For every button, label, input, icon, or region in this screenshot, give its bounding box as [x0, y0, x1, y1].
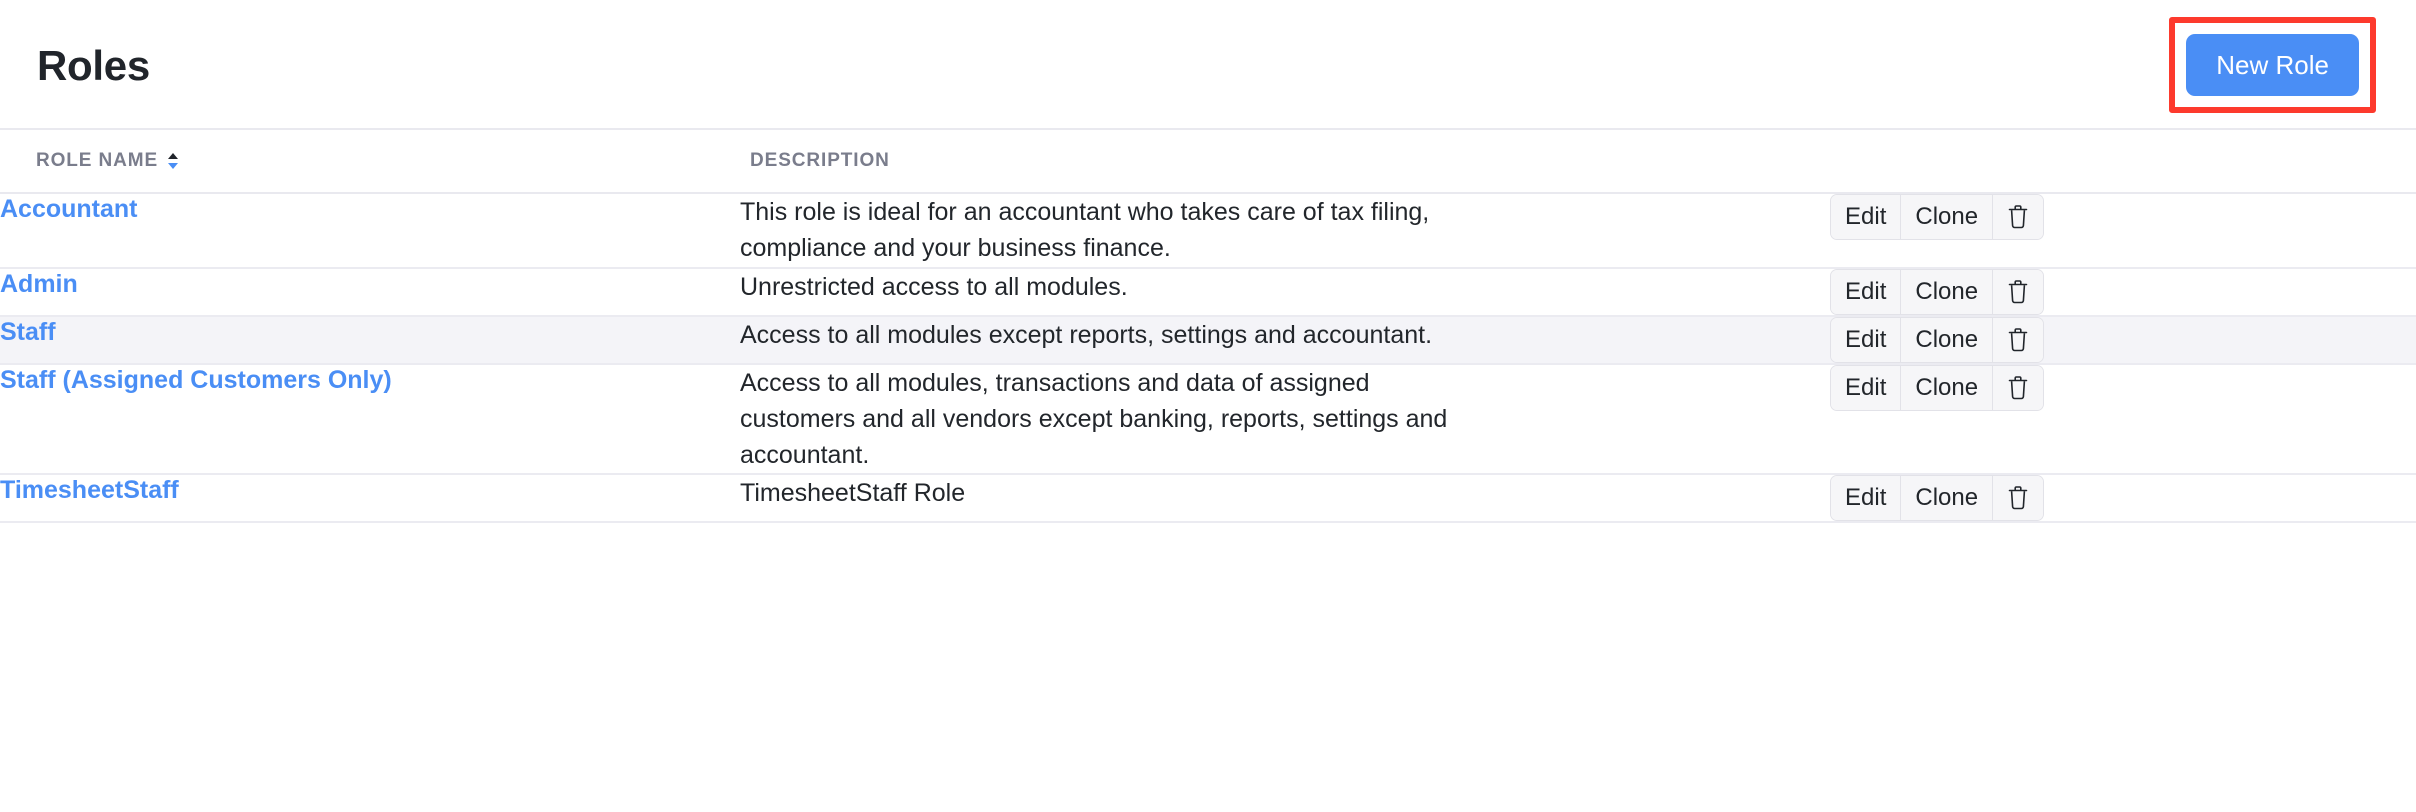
role-name-link[interactable]: Admin	[0, 269, 78, 300]
table-row: TimesheetStaff TimesheetStaff Role Edit Clo…	[0, 474, 2416, 523]
edit-button[interactable]: Edit	[1831, 476, 1902, 521]
clone-button[interactable]: Clone	[1901, 365, 1994, 410]
cell-role-name: Staff (Assigned Customers Only)	[0, 364, 740, 475]
cell-actions: Edit Clone	[1816, 316, 2416, 364]
new-role-highlight-box: New Role	[2169, 17, 2376, 113]
column-header-description-label: Description	[750, 150, 890, 171]
description-text: Access to all modules except reports, se…	[740, 320, 1433, 349]
column-header-actions	[1816, 130, 2416, 194]
role-name-link[interactable]: Staff	[0, 317, 56, 348]
cell-role-name: Admin	[0, 268, 740, 316]
column-header-role-name-label: Role Name	[36, 150, 159, 171]
edit-button[interactable]: Edit	[1831, 195, 1902, 239]
cell-role-name: TimesheetStaff	[0, 474, 740, 522]
cell-actions: Edit Clone	[1816, 364, 2416, 475]
cell-description: TimesheetStaff Role	[740, 474, 1816, 522]
row-action-button-group: Edit Clone	[1830, 268, 2045, 315]
cell-actions: Edit Clone	[1816, 193, 2416, 268]
cell-role-name: Staff	[0, 316, 740, 364]
edit-button[interactable]: Edit	[1831, 269, 1902, 314]
column-header-role-name[interactable]: Role Name	[0, 130, 740, 194]
cell-actions: Edit Clone	[1816, 268, 2416, 316]
trash-icon	[2007, 327, 2029, 353]
role-name-link[interactable]: Accountant	[0, 194, 138, 225]
delete-button[interactable]	[1993, 365, 2044, 410]
page-title: Roles	[37, 41, 150, 89]
cell-role-name: Accountant	[0, 193, 740, 268]
page-header: Roles New Role	[0, 0, 2416, 130]
cell-actions: Edit Clone	[1816, 474, 2416, 522]
cell-description: This role is ideal for an accountant who…	[740, 193, 1816, 268]
table-row: Staff (Assigned Customers Only) Access to…	[0, 364, 2416, 475]
roles-table-body: Accountant This role is ideal for an acco…	[0, 193, 2416, 523]
cell-description: Unrestricted access to all modules.	[740, 268, 1816, 316]
description-text: This role is ideal for an accountant who…	[740, 198, 1430, 263]
delete-button[interactable]	[1993, 317, 2044, 362]
row-action-button-group: Edit Clone	[1830, 364, 2045, 411]
roles-page: Roles New Role Role Name	[0, 0, 2416, 812]
delete-button[interactable]	[1993, 476, 2044, 521]
description-text: Access to all modules, transactions and …	[740, 368, 1448, 470]
table-header-row: Role Name Description	[0, 130, 2416, 194]
cell-description: Access to all modules, transactions and …	[740, 364, 1816, 475]
trash-icon	[2007, 204, 2029, 230]
role-name-link[interactable]: TimesheetStaff	[0, 475, 179, 506]
table-row: Staff Access to all modules except report…	[0, 315, 2416, 364]
cell-description: Access to all modules except reports, se…	[740, 316, 1816, 364]
edit-button[interactable]: Edit	[1831, 365, 1902, 410]
roles-table-head: Role Name Description	[0, 130, 2416, 194]
table-row: Admin Unrestricted access to all modules.…	[0, 268, 2416, 316]
table-row: Accountant This role is ideal for an acco…	[0, 193, 2416, 268]
role-name-link[interactable]: Staff (Assigned Customers Only)	[0, 365, 392, 396]
delete-button[interactable]	[1993, 269, 2044, 314]
trash-icon	[2007, 375, 2029, 401]
column-header-description: Description	[740, 130, 1816, 194]
clone-button[interactable]: Clone	[1901, 317, 1994, 362]
row-action-button-group: Edit Clone	[1830, 194, 2045, 240]
row-action-button-group: Edit Clone	[1830, 475, 2045, 522]
trash-icon	[2007, 485, 2029, 511]
clone-button[interactable]: Clone	[1901, 269, 1994, 314]
description-text: Unrestricted access to all modules.	[740, 272, 1128, 301]
row-action-button-group: Edit Clone	[1830, 316, 2045, 363]
delete-button[interactable]	[1993, 195, 2044, 239]
clone-button[interactable]: Clone	[1901, 476, 1994, 521]
roles-table: Role Name Description	[0, 130, 2416, 523]
trash-icon	[2007, 279, 2029, 305]
clone-button[interactable]: Clone	[1901, 195, 1994, 239]
edit-button[interactable]: Edit	[1831, 317, 1902, 362]
new-role-button[interactable]: New Role	[2186, 34, 2359, 96]
description-text: TimesheetStaff Role	[740, 479, 966, 508]
sort-updown-icon[interactable]	[166, 150, 180, 172]
